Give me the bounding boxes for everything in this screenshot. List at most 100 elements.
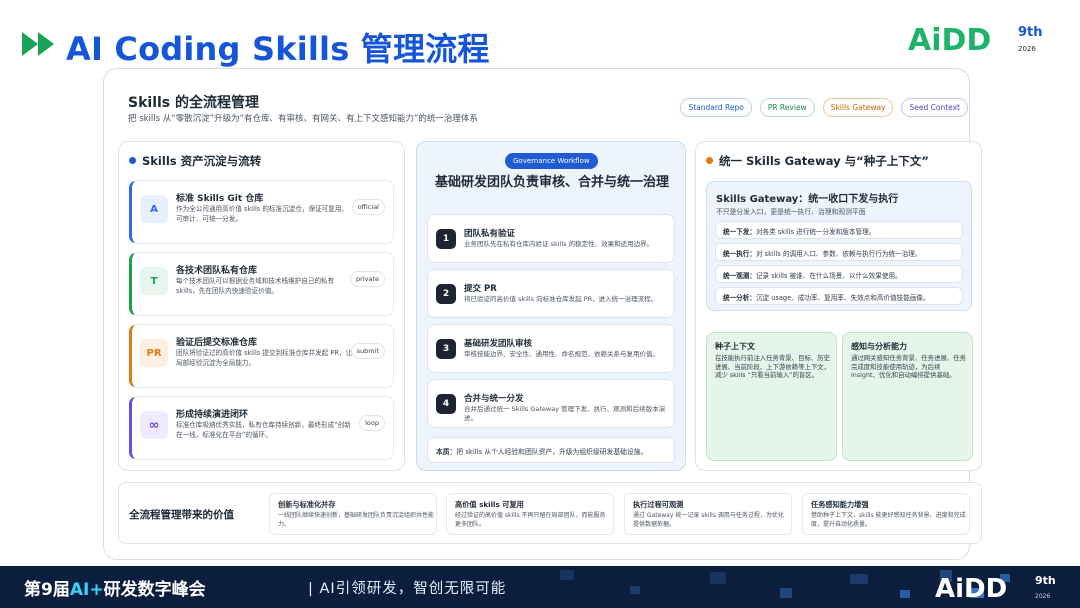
value-desc: 一线团队继续快速创新，基础研发团队负责沉淀组织共性能力。 [278, 512, 435, 528]
assets-panel: Skills 资产沉淀与流转 A 标准 Skills Git 仓库 作为全公司通… [118, 141, 405, 471]
value-name: 高价值 skills 可复用 [455, 500, 524, 509]
overview-pills: Standard Repo PR Review Skills Gateway S… [680, 98, 968, 117]
value-name: 创新与标准化并存 [278, 500, 336, 509]
value-name: 执行过程可观测 [633, 500, 684, 509]
asset-name: 验证后提交标准仓库 [176, 338, 258, 348]
asset-submit-pr: PR 验证后提交标准仓库 团队将验证过的高价值 skills 提交到标准仓库并发… [129, 324, 394, 388]
step-number: 1 [436, 229, 456, 249]
event-slogan: | AI引领研发，智创无限可能 [308, 581, 507, 597]
row-text: 沉淀 usage、成功率、复用率、失效点和高价值技能画像。 [755, 294, 930, 302]
aidd-footer-logo: AiDD 9th 2026 [935, 574, 1056, 604]
gateway-panel-title: 统一 Skills Gateway 与“种子上下文” [719, 154, 929, 168]
step-desc: 审核技能边界、安全性、通用性、命名规范、依赖关系与复用价值。 [464, 350, 659, 358]
value-label: 全流程管理带来的价值 [129, 509, 234, 521]
asset-name: 标准 Skills Git 仓库 [176, 194, 264, 204]
row-label: 统一分析： [723, 294, 756, 302]
gateway-heading: 统一 Skills Gateway 与“种子上下文” [706, 153, 929, 169]
asset-desc: 每个技术团队可以根据业务域和技术栈维护自己的私有 skills，先在团队内快速验… [176, 277, 335, 295]
overview-subtitle: 把 skills 从“零散沉淀”升级为“有仓库、有审核、有网关、有上下文感知能力… [128, 114, 478, 124]
workflow-badge: Governance Workflow [505, 153, 598, 169]
gateway-row: 统一观测：记录 skills 被谁、在什么场景、以什么效果使用。 [715, 265, 963, 283]
value-item: 任务感知能力增强 借助种子上下文，skills 能更好感知任务背景、进度和完成度… [802, 493, 970, 535]
workflow-note: 本质：把 skills 从个人经验和团队资产，升级为组织级研发基础设施。 [427, 437, 675, 463]
assets-heading: Skills 资产沉淀与流转 [129, 153, 261, 169]
workflow-step: 4 合并与统一分发 合并后通过统一 Skills Gateway 管理下发、执行… [427, 379, 675, 428]
logo-year: 2026 [1018, 45, 1036, 53]
repo-letter-icon: A [140, 195, 168, 223]
gateway-row: 统一下发：对各类 skills 进行统一分发和版本管理。 [715, 221, 963, 239]
bullet-dot-icon [706, 157, 713, 164]
gateway-subtitle: 不只是分发入口，更是统一执行、治理和观测平面 [716, 208, 866, 216]
asset-desc: 标准仓库吸纳优秀实践，私有仓库持续创新，最终形成“创新在一线，标准化在平台”的循… [176, 421, 351, 439]
asset-name: 形成持续演进闭环 [176, 410, 249, 420]
bullet-dot-icon [129, 157, 136, 164]
footer-banner: 第9届AI+研发数字峰会 | AI引领研发，智创无限可能 AiDD 9th 20… [0, 566, 1080, 608]
asset-standard-repo: A 标准 Skills Git 仓库 作为全公司通用高价值 skills 的标准… [129, 180, 394, 244]
asset-tag: official [351, 199, 385, 215]
step-desc: 将已验证的高价值 skills 向标准仓库发起 PR，进入统一治理流程。 [464, 295, 658, 303]
step-number: 4 [436, 394, 456, 414]
page-title: AI Coding Skills 管理流程 [66, 30, 490, 68]
note-label: 本质： [436, 448, 457, 456]
value-desc: 借助种子上下文，skills 能更好感知任务背景、进度和完成度，提升自动化质量。 [811, 512, 966, 528]
overview-title: Skills 的全流程管理 [128, 95, 259, 111]
step-number: 2 [436, 284, 456, 304]
sense-analysis-card: 感知与分析能力 通过网关感知任务背景、任务进展、任务完成度和技能使用轨迹，为后续… [842, 332, 973, 461]
asset-tag: submit [350, 343, 385, 359]
value-desc: 通过 Gateway 统一记录 skills 调用与任务过程，为优化提供数据依据… [633, 512, 784, 528]
logo-text: AiDD [908, 23, 991, 58]
sense-title: 感知与分析能力 [851, 342, 907, 351]
workflow-panel: Governance Workflow 基础研发团队负责审核、合并与统一治理 1… [416, 141, 686, 471]
asset-name: 各技术团队私有仓库 [176, 266, 258, 276]
aidd-logo: AiDD 9th 2026 [908, 23, 1043, 58]
assets-title: Skills 资产沉淀与流转 [142, 154, 262, 168]
seed-context-card: 种子上下文 在技能执行前注入任务背景、目标、历史进展、当前阶段、上下游依赖等上下… [706, 332, 837, 461]
asset-tag: loop [359, 415, 385, 431]
pill-skills-gateway: Skills Gateway [822, 98, 894, 117]
seed-title: 种子上下文 [715, 342, 755, 351]
gateway-row: 统一分析：沉淀 usage、成功率、复用率、失效点和高价值技能画像。 [715, 287, 963, 305]
logo-sup: 9th [1035, 574, 1056, 587]
step-name: 团队私有验证 [464, 229, 516, 239]
gateway-box: Skills Gateway：统一收口下发与执行 不只是分发入口，更是统一执行、… [706, 181, 972, 311]
value-item: 执行过程可观测 通过 Gateway 统一记录 skills 调用与任务过程，为… [624, 493, 792, 535]
double-arrow-icon [22, 32, 54, 56]
event-suffix: 研发数字峰会 [103, 580, 206, 600]
workflow-title: 基础研发团队负责审核、合并与统一治理 [434, 175, 669, 190]
logo-text: AiDD [935, 574, 1007, 604]
row-label: 统一观测： [723, 272, 756, 280]
team-letter-icon: T [140, 267, 168, 295]
pill-seed-context: Seed Context [901, 98, 968, 117]
asset-tag: private [350, 271, 385, 287]
sense-desc: 通过网关感知任务背景、任务进展、任务完成度和技能使用轨迹，为后续 insight… [851, 354, 967, 380]
value-desc: 经过验证的高价值 skills 不再只留在局部团队，而能服务更多团队。 [455, 512, 606, 528]
pr-letter-icon: PR [140, 339, 168, 367]
logo-sup: 9th [1018, 25, 1043, 40]
step-name: 基础研发团队审核 [464, 339, 533, 349]
value-panel: 全流程管理带来的价值 创新与标准化并存 一线团队继续快速创新，基础研发团队负责沉… [118, 482, 982, 544]
gateway-panel: 统一 Skills Gateway 与“种子上下文” Skills Gatewa… [695, 141, 982, 471]
event-prefix: 第9届 [24, 580, 70, 600]
row-text: 对 skills 的调用入口、参数、依赖与执行行为统一治理。 [755, 250, 922, 258]
asset-private-repo: T 各技术团队私有仓库 每个技术团队可以根据业务域和技术栈维护自己的私有 ski… [129, 252, 394, 316]
step-number: 3 [436, 339, 456, 359]
row-label: 统一执行： [723, 250, 756, 258]
pill-standard-repo: Standard Repo [680, 98, 752, 117]
logo-year: 2026 [1035, 593, 1050, 600]
step-desc: 合并后通过统一 Skills Gateway 管理下发、执行、观测和后续版本演进… [464, 405, 666, 422]
gateway-title: Skills Gateway：统一收口下发与执行 [716, 194, 899, 205]
row-label: 统一下发： [723, 228, 756, 236]
pill-pr-review: PR Review [759, 98, 815, 117]
step-desc: 业务团队先在私有仓库内验证 skills 的稳定性、效果和适用边界。 [464, 240, 654, 248]
asset-desc: 作为全公司通用高价值 skills 的标准沉淀仓，保证可复用、可审计、可统一分发… [176, 205, 349, 223]
event-name: 第9届AI+研发数字峰会 [24, 575, 206, 600]
value-item: 创新与标准化并存 一线团队继续快速创新，基础研发团队负责沉淀组织共性能力。 [269, 493, 437, 535]
asset-evolution-loop: ∞ 形成持续演进闭环 标准仓库吸纳优秀实践，私有仓库持续创新，最终形成“创新在一… [129, 396, 394, 460]
value-name: 任务感知能力增强 [811, 500, 869, 509]
workflow-step: 1 团队私有验证 业务团队先在私有仓库内验证 skills 的稳定性、效果和适用… [427, 214, 675, 263]
value-item: 高价值 skills 可复用 经过验证的高价值 skills 不再只留在局部团队… [446, 493, 614, 535]
event-highlight: AI+ [69, 580, 104, 600]
workflow-step: 2 提交 PR 将已验证的高价值 skills 向标准仓库发起 PR，进入统一治… [427, 269, 675, 318]
row-text: 记录 skills 被谁、在什么场景、以什么效果使用。 [755, 272, 902, 280]
asset-desc: 团队将验证过的高价值 skills 提交到标准仓库并发起 PR，让局部经验沉淀为… [176, 349, 353, 367]
